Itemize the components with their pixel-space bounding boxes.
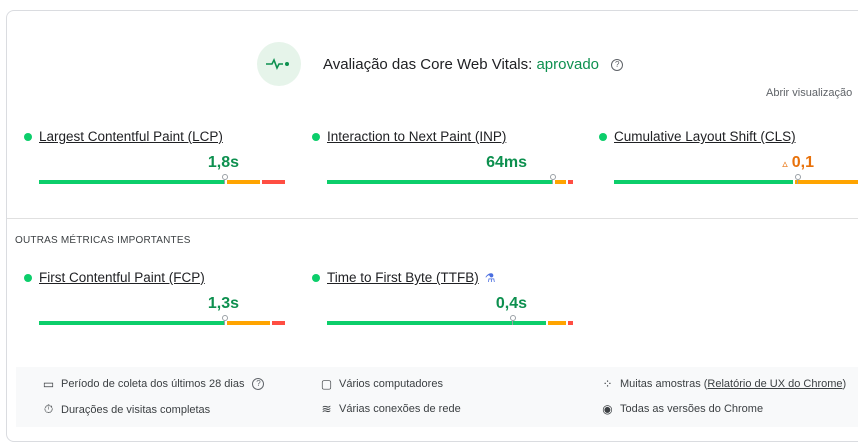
wifi-icon: ≋: [321, 402, 332, 416]
assessment-title: Avaliação das Core Web Vitals: aprovado …: [323, 55, 624, 73]
distribution-segment-good: [39, 180, 226, 184]
metric-cls: Cumulative Layout Shift (CLS) ▵ 0,1: [599, 129, 858, 184]
samples-info: ⁘ Muitas amostras (Relatório de UX do Ch…: [601, 377, 846, 391]
network-text: Várias conexões de rede: [339, 403, 461, 415]
data-summary-footer: ▭ Período de coleta dos últimos 28 dias …: [16, 367, 858, 427]
samples-prefix: Muitas amostras (: [620, 378, 708, 390]
metric-lcp-distribution-bar: [39, 174, 287, 184]
distribution-segment-avg: [547, 321, 566, 325]
distribution-segment-good: [327, 180, 554, 184]
warning-triangle-icon: ▵: [782, 158, 788, 170]
distribution-segment-poor: [567, 180, 573, 184]
help-icon[interactable]: ?: [252, 378, 265, 390]
distribution-segment-good: [614, 180, 794, 184]
good-status-dot: [599, 132, 607, 141]
chrome-icon: ◉: [602, 402, 613, 416]
assessment-label: Avaliação das Core Web Vitals:: [323, 55, 533, 73]
percentile-marker: [510, 315, 516, 325]
good-status-dot: [24, 132, 32, 141]
visit-durations-text: Durações de visitas completas: [61, 403, 211, 416]
samples-suffix: ): [842, 378, 847, 390]
metric-cls-distribution-bar: [614, 174, 858, 184]
metric-fcp: First Contentful Paint (FCP) 1,3s: [24, 270, 286, 325]
metric-cls-link[interactable]: Cumulative Layout Shift (CLS): [614, 129, 796, 144]
metric-lcp: Largest Contentful Paint (LCP) 1,8s: [24, 129, 286, 184]
calendar-icon: ▭: [42, 377, 55, 391]
devices-text: Vários computadores: [339, 378, 443, 390]
distribution-segment-avg: [227, 321, 271, 325]
metric-lcp-link[interactable]: Largest Contentful Paint (LCP): [39, 129, 223, 144]
metric-cls-value: 0,1: [791, 154, 814, 171]
distribution-segment-poor: [262, 180, 285, 184]
devices-info: ▢ Vários computadores: [320, 377, 443, 391]
percentile-marker: [549, 174, 556, 184]
assessment-status: aprovado: [536, 55, 600, 73]
devices-icon: ▢: [320, 377, 333, 391]
network-info: ≋ Várias conexões de rede: [320, 402, 461, 416]
distribution-segment-avg: [795, 180, 858, 184]
distribution-segment-poor: [272, 321, 285, 325]
cwv-header: Avaliação das Core Web Vitals: aprovado …: [257, 42, 624, 86]
distribution-segment-avg: [227, 180, 261, 184]
section-divider: [7, 218, 858, 219]
metric-cls-value-row: ▵ 0,1: [599, 154, 814, 174]
metric-inp-value: 64ms: [486, 154, 527, 171]
expand-view-link[interactable]: Abrir visualização: [766, 87, 852, 99]
collection-period-text: Período de coleta dos últimos 28 dias: [61, 378, 245, 390]
chrome-versions-info: ◉ Todas as versões do Chrome: [601, 402, 763, 416]
percentile-marker: [222, 174, 228, 184]
metric-ttfb-value: 0,4s: [495, 295, 527, 312]
good-status-dot: [312, 132, 320, 141]
distribution-segment-poor: [567, 321, 573, 325]
collection-period: ▭ Período de coleta dos últimos 28 dias …: [42, 377, 265, 391]
chrome-versions-text: Todas as versões do Chrome: [620, 403, 764, 415]
metric-fcp-value: 1,3s: [207, 295, 239, 312]
metric-lcp-value: 1,8s: [207, 154, 239, 171]
metric-inp: Interaction to Next Paint (INP) 64ms: [312, 129, 574, 184]
percentile-marker: [222, 315, 228, 325]
experimental-flask-icon[interactable]: ⚗: [485, 271, 496, 285]
stopwatch-icon: ⏱: [43, 402, 54, 416]
metric-fcp-distribution-bar: [39, 315, 287, 325]
metric-ttfb: Time to First Byte (TTFB) ⚗ 0,4s: [312, 270, 574, 325]
distribution-segment-avg: [555, 180, 566, 184]
metric-inp-link[interactable]: Interaction to Next Paint (INP): [327, 129, 506, 144]
percentile-marker: [794, 174, 801, 184]
visit-durations: ⏱ Durações de visitas completas: [42, 402, 210, 417]
metric-ttfb-distribution-bar: [327, 315, 575, 325]
metric-fcp-link[interactable]: First Contentful Paint (FCP): [39, 270, 205, 285]
heartbeat-icon: [257, 42, 301, 86]
help-icon[interactable]: ?: [611, 58, 624, 71]
metric-ttfb-link[interactable]: Time to First Byte (TTFB): [327, 270, 479, 285]
other-metrics-heading: OUTRAS MÉTRICAS IMPORTANTES: [15, 235, 191, 246]
good-status-dot: [24, 273, 32, 282]
distribution-segment-good: [39, 321, 226, 325]
crux-report-link[interactable]: Relatório de UX do Chrome: [707, 378, 842, 390]
metric-inp-distribution-bar: [327, 174, 575, 184]
good-status-dot: [312, 273, 320, 282]
samples-icon: ⁘: [602, 377, 613, 391]
